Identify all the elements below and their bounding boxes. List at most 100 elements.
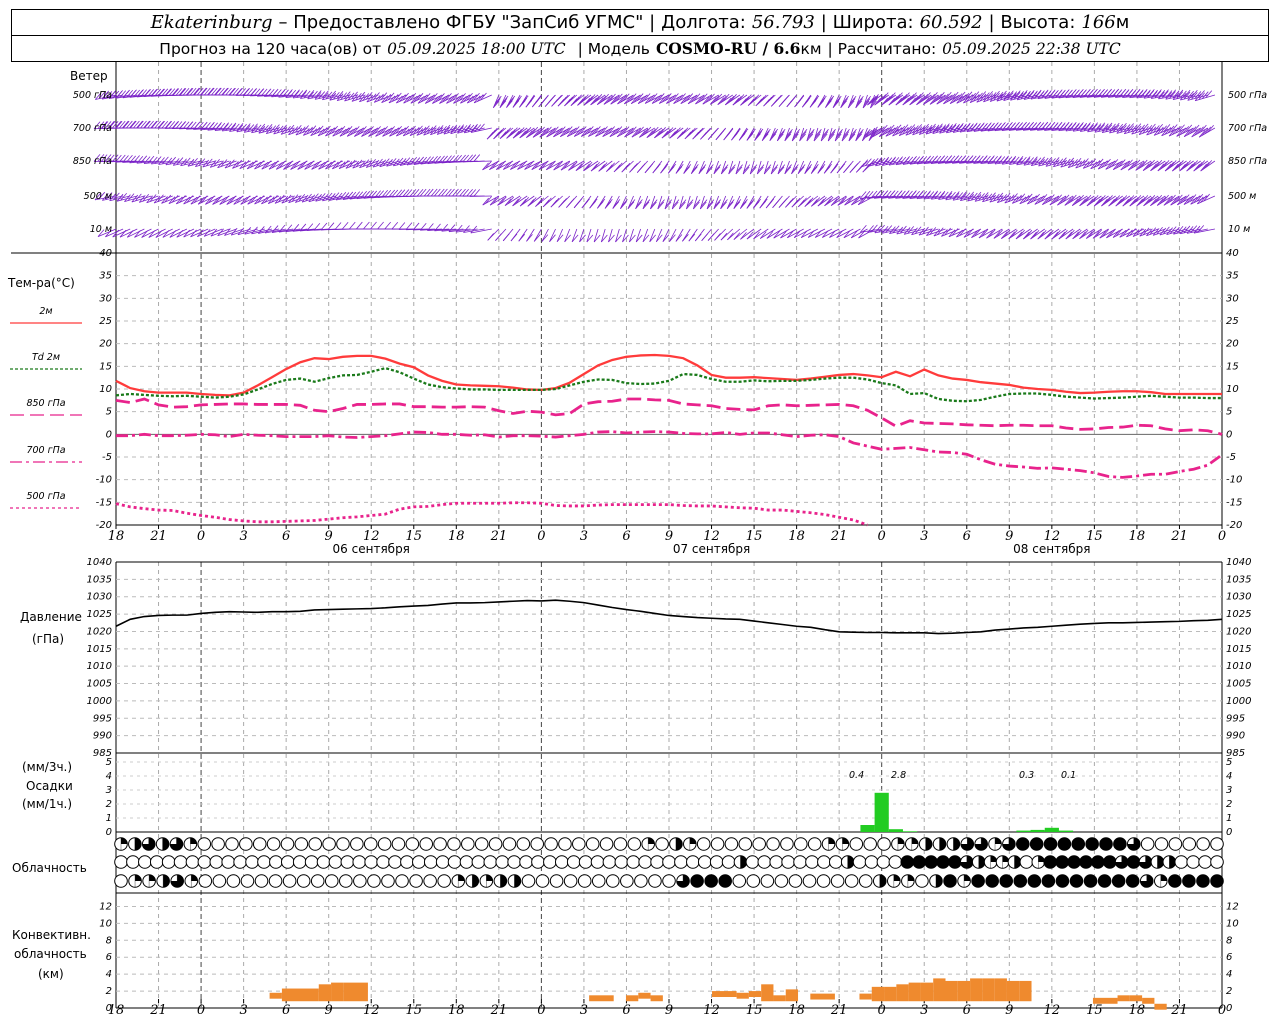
cloud-symbol bbox=[605, 874, 620, 888]
wind-barb bbox=[356, 221, 379, 230]
wind-barb bbox=[683, 160, 692, 174]
wind-barb-feather bbox=[606, 164, 613, 172]
cloud-symbol bbox=[655, 837, 669, 851]
cloud-symbol bbox=[1055, 874, 1070, 888]
wind-barb-feather bbox=[814, 230, 822, 238]
precip-tick-label: 0 bbox=[106, 827, 112, 838]
wind-barb-feather bbox=[384, 221, 391, 230]
wind-barb bbox=[649, 228, 656, 243]
convective-bar bbox=[269, 992, 282, 999]
wind-barb-feather bbox=[797, 199, 805, 208]
wind-barb bbox=[553, 160, 570, 171]
cloud-symbol bbox=[697, 855, 712, 869]
cloud-symbol bbox=[114, 855, 128, 869]
wind-barb-staff bbox=[649, 228, 656, 242]
cloud-symbol bbox=[488, 837, 503, 851]
wind-barb-feather bbox=[491, 127, 498, 136]
cloud-symbol bbox=[1031, 855, 1046, 869]
wind-barb bbox=[482, 195, 500, 206]
wind-barb bbox=[739, 195, 748, 209]
wind-barb bbox=[615, 228, 622, 243]
wind-barb-feather bbox=[734, 128, 741, 137]
wind-barb-feather bbox=[774, 95, 782, 103]
wind-barb bbox=[642, 195, 651, 210]
convective-bar bbox=[896, 984, 909, 1002]
cloud-symbol bbox=[641, 837, 655, 851]
wind-barb bbox=[469, 154, 492, 163]
cloud-symbol bbox=[774, 874, 789, 888]
wind-barb-feather bbox=[646, 163, 654, 171]
cloud-symbol bbox=[960, 837, 975, 851]
wind-barb-feather bbox=[825, 163, 832, 172]
cloud-symbol bbox=[891, 837, 905, 851]
cloud-symbol bbox=[280, 837, 295, 851]
cloud-symbol bbox=[662, 855, 676, 869]
pressure-tick-label: 1020 bbox=[1226, 626, 1251, 637]
cloud-symbol bbox=[563, 874, 578, 888]
cloud-symbol bbox=[840, 855, 855, 869]
wind-barb bbox=[862, 160, 875, 173]
time-tick-label: 21 bbox=[490, 1003, 508, 1018]
wind-barb-feather bbox=[334, 222, 342, 230]
cloud-symbol bbox=[709, 855, 724, 869]
wind-barb-feather bbox=[448, 224, 456, 232]
wind-barb bbox=[579, 228, 586, 243]
time-tick-label: 0 bbox=[197, 1003, 205, 1018]
cloud-symbol bbox=[461, 837, 475, 851]
cloud-symbol bbox=[686, 855, 700, 869]
wind-barb-feather bbox=[561, 94, 569, 103]
wind-barb-feather bbox=[487, 233, 494, 241]
wind-barb bbox=[810, 160, 819, 174]
wind-barb-feather bbox=[843, 230, 851, 238]
wind-barb-feather bbox=[638, 163, 646, 171]
time-tick-label: 12 bbox=[1044, 1003, 1061, 1018]
wind-barb-feather bbox=[844, 163, 852, 171]
wind-barb bbox=[675, 228, 684, 242]
wind-barb-feather bbox=[1204, 126, 1212, 135]
wind-barb bbox=[650, 195, 658, 210]
cloud-symbol bbox=[388, 855, 402, 869]
cloud-symbol bbox=[912, 855, 926, 869]
cloud-symbol bbox=[367, 874, 381, 888]
wind-barb bbox=[791, 160, 799, 175]
cloud-symbol bbox=[710, 837, 725, 851]
cloud-symbol bbox=[793, 855, 807, 869]
cloud-symbol bbox=[128, 837, 142, 851]
wind-barb-staff bbox=[862, 94, 868, 109]
cloud-symbol bbox=[1138, 855, 1153, 869]
precip-unit-1h: (мм/1ч.) bbox=[22, 797, 72, 811]
pressure-tick-label: 995 bbox=[93, 713, 112, 724]
cloud-symbol bbox=[1043, 855, 1058, 869]
convective-bar bbox=[871, 986, 885, 1002]
time-tick-label: 9 bbox=[1005, 1003, 1013, 1018]
wind-barb-feather bbox=[510, 233, 518, 242]
cloud-symbol bbox=[142, 874, 156, 888]
wind-barb-feather bbox=[862, 131, 870, 139]
cloud-symbol bbox=[400, 855, 414, 869]
time-tick-label: 0 bbox=[878, 1003, 886, 1018]
cloud-symbol bbox=[471, 855, 486, 869]
wind-barb bbox=[840, 94, 849, 109]
conv-title-2: облачность bbox=[14, 947, 87, 961]
cloud-symbol bbox=[1015, 837, 1030, 851]
wind-barb-feather bbox=[1207, 124, 1214, 133]
wind-barb bbox=[832, 94, 842, 108]
cloud-symbol bbox=[269, 855, 283, 869]
wind-barb-feather bbox=[363, 221, 370, 230]
cloud-symbol bbox=[211, 837, 225, 851]
cloud-symbol bbox=[352, 855, 367, 869]
cloud-symbol bbox=[614, 855, 629, 869]
cloud-symbol bbox=[1139, 874, 1154, 888]
wind-barb bbox=[971, 228, 989, 239]
cloud-symbol bbox=[1210, 874, 1224, 888]
cloud-symbol bbox=[530, 837, 545, 851]
time-tick-label: 0 bbox=[1218, 529, 1226, 544]
cloud-symbol bbox=[876, 855, 891, 869]
conv-tick-label: 0 bbox=[1226, 1003, 1232, 1014]
cloud-symbol bbox=[1182, 837, 1197, 851]
legend-label: Td 2м bbox=[32, 352, 60, 363]
cloud-fill bbox=[1160, 874, 1168, 881]
cloud-fill bbox=[149, 874, 156, 881]
convective-bar bbox=[650, 995, 663, 1002]
wind-barb-feather bbox=[535, 95, 542, 103]
